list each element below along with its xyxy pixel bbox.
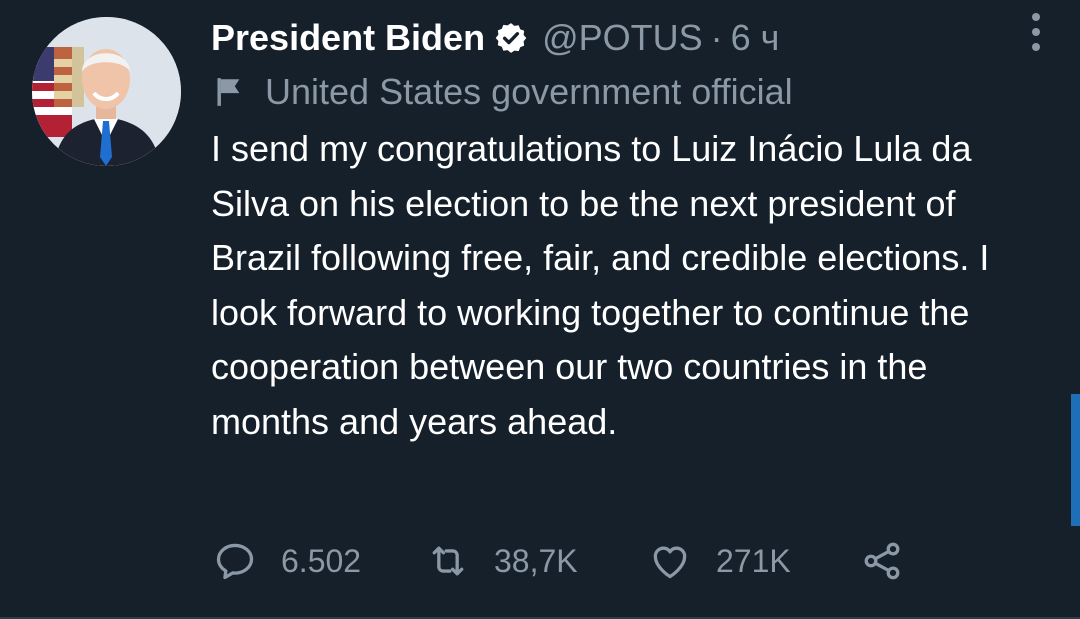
author-handle[interactable]: @POTUS bbox=[542, 17, 703, 59]
heart-icon bbox=[653, 546, 687, 579]
avatar-photo bbox=[32, 17, 181, 166]
government-label[interactable]: United States government official bbox=[211, 68, 1051, 116]
author-name[interactable]: President Biden bbox=[211, 17, 485, 59]
verified-badge-icon bbox=[495, 23, 527, 53]
header-separator: · bbox=[710, 17, 723, 58]
tweet-text: I send my congratulations to Luiz Inácio… bbox=[211, 128, 990, 442]
share-button[interactable] bbox=[860, 539, 928, 583]
retweet-count: 38,7K bbox=[494, 542, 578, 579]
more-vertical-icon[interactable] bbox=[1030, 12, 1042, 52]
tweet-header: President Biden @POTUS · 6 ч bbox=[211, 14, 1051, 62]
avatar[interactable] bbox=[32, 17, 181, 166]
tweet[interactable]: President Biden @POTUS · 6 ч United Stat… bbox=[0, 0, 1080, 619]
like-button[interactable]: 271K bbox=[648, 539, 860, 583]
flag-icon bbox=[217, 78, 240, 106]
share-icon bbox=[864, 542, 900, 580]
tweet-time[interactable]: 6 ч bbox=[731, 17, 780, 59]
like-count: 271K bbox=[716, 542, 791, 579]
retweet-icon bbox=[432, 546, 464, 576]
reply-button[interactable]: 6.502 bbox=[213, 539, 426, 583]
government-label-text: United States government official bbox=[265, 71, 793, 112]
tweet-content: President Biden @POTUS · 6 ч United Stat… bbox=[211, 14, 1051, 449]
reply-icon bbox=[216, 543, 254, 580]
tweet-actions: 6.502 38,7K 271K bbox=[213, 537, 928, 585]
reply-count: 6.502 bbox=[281, 542, 362, 579]
retweet-button[interactable]: 38,7K bbox=[426, 539, 648, 583]
scroll-indicator[interactable] bbox=[1071, 394, 1080, 526]
